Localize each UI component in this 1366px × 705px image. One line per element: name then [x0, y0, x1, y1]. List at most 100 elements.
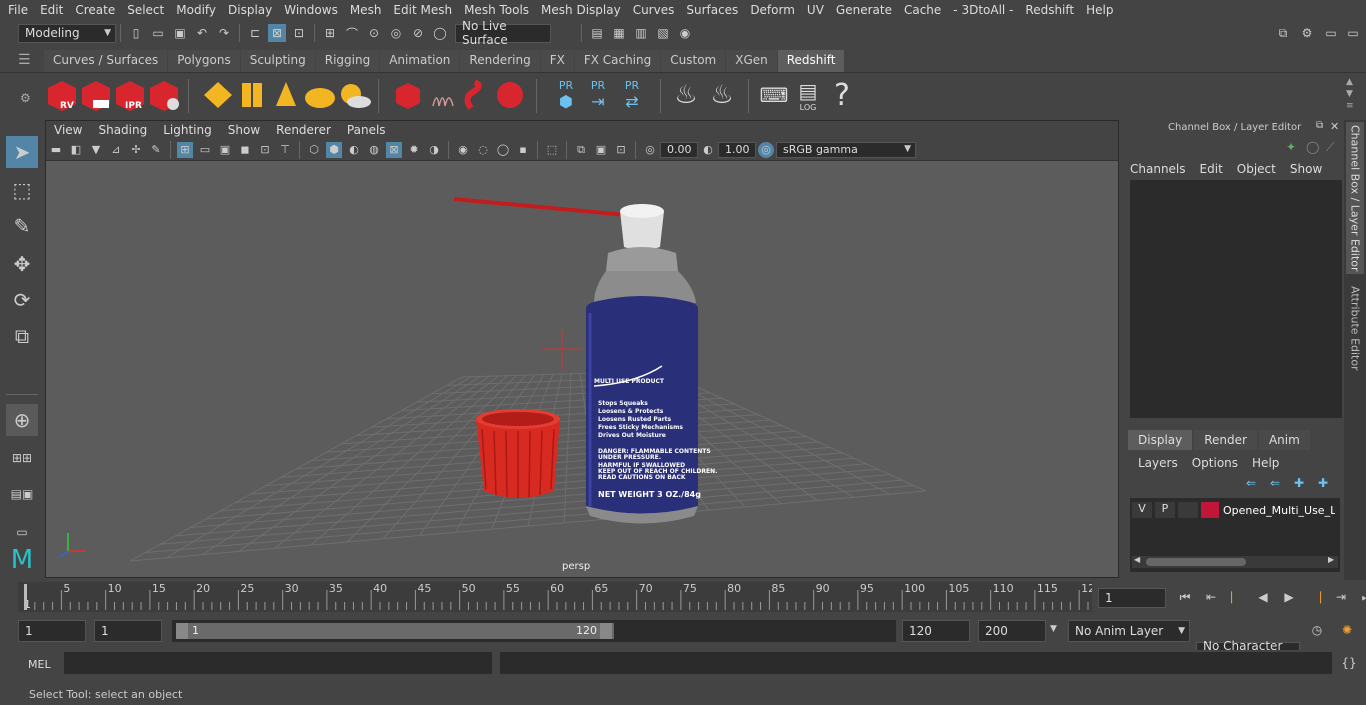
script-language-toggle[interactable]: MEL	[28, 658, 51, 671]
wireframe-icon[interactable]: ⬡	[306, 142, 322, 158]
play-backward-icon[interactable]: ◀	[1254, 588, 1272, 606]
workspace-layout-icon[interactable]: ⧉	[1274, 24, 1292, 42]
rs-light-diamond-icon[interactable]	[200, 77, 236, 113]
auto-key-icon[interactable]: ◷	[1308, 621, 1326, 639]
scene-view[interactable]: MULTI USE PRODUCT Stops Squeaks Loosens & …	[46, 161, 1118, 577]
color-space-dropdown[interactable]: sRGB gamma ▼	[776, 141, 916, 158]
color-management-icon[interactable]: ◎	[758, 141, 774, 158]
time-slider-track[interactable]: 5 10 15 20 25 30 35 40 45 50 55 60 65 70 75 80 85 90 95 100…	[18, 582, 1095, 612]
viewport-menu-shading[interactable]: Shading	[90, 123, 155, 137]
menu-item-select[interactable]: Select	[121, 3, 170, 17]
menu-item-surfaces[interactable]: Surfaces	[680, 3, 744, 17]
layer-visibility-toggle[interactable]: V	[1132, 502, 1152, 518]
layer-color-swatch[interactable]	[1201, 502, 1219, 518]
exposure-field[interactable]: 0.00	[660, 141, 698, 158]
menu-item-modify[interactable]: Modify	[170, 3, 222, 17]
snap-grid-icon[interactable]: ⊞	[321, 24, 339, 42]
shelf-tab-sculpting[interactable]: Sculpting	[240, 50, 315, 72]
pr-swap-icon[interactable]: PR ⇄	[614, 77, 650, 113]
rs-proxy-icon[interactable]	[390, 77, 426, 113]
menu-item-generate[interactable]: Generate	[830, 3, 898, 17]
hypershade-icon[interactable]: ◉	[676, 24, 694, 42]
default-material-icon[interactable]: ◐	[346, 142, 362, 158]
aa-icon[interactable]: ◯	[495, 142, 511, 158]
command-input[interactable]	[64, 652, 492, 674]
layer-tab-render[interactable]: Render	[1194, 430, 1257, 450]
layer-menu-options[interactable]: Options	[1192, 456, 1238, 470]
four-view-layout-icon[interactable]: ⊞⊞	[6, 442, 38, 474]
undo-icon[interactable]: ↶	[193, 24, 211, 42]
menu-item-mesh[interactable]: Mesh	[344, 3, 388, 17]
render-current-icon[interactable]: ▤	[588, 24, 606, 42]
scroll-thumb[interactable]	[1146, 558, 1246, 566]
side-tab-channel-box[interactable]: Channel Box / Layer Editor	[1346, 122, 1364, 274]
grid-icon[interactable]: ⊞	[177, 141, 193, 158]
redshift-ipr-icon[interactable]: IPR	[112, 77, 148, 113]
step-back-key-icon[interactable]: ⇤	[1202, 588, 1220, 606]
2d-pan-icon[interactable]: ✢	[128, 142, 144, 158]
menu-item-edit[interactable]: Edit	[34, 3, 69, 17]
shelf-scroll-down-icon[interactable]: ▼	[1346, 89, 1353, 99]
ipr-render-icon[interactable]: ▥	[632, 24, 650, 42]
channel-box-menu-show[interactable]: Show	[1290, 162, 1322, 176]
new-layer-icon[interactable]: ✚	[1294, 476, 1304, 490]
gamma-field[interactable]: 1.00	[718, 141, 756, 158]
shelf-menu-down-icon[interactable]: ≡	[1346, 101, 1354, 111]
shelf-tab-curves-surfaces[interactable]: Curves / Surfaces	[44, 50, 168, 72]
playback-start-field[interactable]	[94, 620, 162, 642]
redo-icon[interactable]: ↷	[215, 24, 233, 42]
rs-material-bowl-icon[interactable]: ♨	[668, 77, 704, 113]
step-forward-frame-icon[interactable]: ⎹	[1306, 588, 1324, 606]
select-component-icon[interactable]: ⊡	[290, 24, 308, 42]
menu-item-uv[interactable]: UV	[801, 3, 830, 17]
menu-item-help[interactable]: Help	[1080, 3, 1119, 17]
channel-box-menu-channels[interactable]: Channels	[1130, 162, 1186, 176]
menu-item-create[interactable]: Create	[69, 3, 121, 17]
layer-scrollbar[interactable]: ◀ ▶	[1132, 555, 1338, 568]
menu-item-file[interactable]: File	[0, 3, 34, 17]
shelf-tab-rendering[interactable]: Rendering	[460, 50, 540, 72]
rs-sun-sky-icon[interactable]	[336, 77, 372, 113]
animation-end-field[interactable]	[978, 620, 1046, 642]
motion-blur-icon[interactable]: ◌	[475, 142, 491, 158]
toggle-panel-2-icon[interactable]: ▭	[1344, 24, 1362, 42]
play-forward-icon[interactable]: ▶	[1280, 588, 1298, 606]
side-tab-attribute-editor[interactable]: Attribute Editor	[1346, 280, 1364, 376]
shelf-tab-polygons[interactable]: Polygons	[168, 50, 240, 72]
scroll-right-icon[interactable]: ▶	[1328, 555, 1334, 564]
outliner-layout-icon[interactable]: ▤▣	[6, 478, 38, 510]
paint-select-tool-icon[interactable]: ✎	[6, 210, 38, 242]
shadows-icon[interactable]: ◑	[426, 142, 442, 158]
image-plane-icon[interactable]: ⊿	[108, 142, 124, 158]
grease-pencil-icon[interactable]: ✎	[148, 142, 164, 158]
resolution-gate-icon[interactable]: ▣	[217, 142, 233, 158]
rs-spot-light-icon[interactable]	[268, 77, 304, 113]
step-back-frame-icon[interactable]: ⎸	[1228, 588, 1246, 606]
smooth-shade-icon[interactable]: ⬢	[326, 141, 342, 158]
safe-action-icon[interactable]: ⊤	[277, 142, 293, 158]
viewport-menu-view[interactable]: View	[46, 123, 90, 137]
shelf-tab-animation[interactable]: Animation	[380, 50, 460, 72]
snap-view-icon[interactable]: ◎	[387, 24, 405, 42]
save-scene-icon[interactable]: ▣	[171, 24, 189, 42]
redshift-batch-icon[interactable]	[78, 77, 114, 113]
xray-joints-icon[interactable]: ⬚	[544, 142, 560, 158]
close-panel-icon[interactable]: ✕	[1330, 120, 1339, 133]
settings-gear-icon[interactable]: ⚙	[1298, 24, 1316, 42]
step-forward-key-icon[interactable]: ⇥	[1332, 588, 1350, 606]
move-layer-up-icon[interactable]: ⇐	[1246, 476, 1256, 490]
render-settings-icon[interactable]: ▧	[654, 24, 672, 42]
menu-item-display[interactable]: Display	[222, 3, 278, 17]
viewport-menu-show[interactable]: Show	[220, 123, 268, 137]
channel-box-sync-icon[interactable]: ◯	[1306, 140, 1319, 154]
shelf-tab-fx[interactable]: FX	[540, 50, 574, 72]
channel-box-menu-object[interactable]: Object	[1237, 162, 1276, 176]
shelf-tab-custom[interactable]: Custom	[661, 50, 726, 72]
select-camera-icon[interactable]: ▬	[48, 142, 64, 158]
menu-item-cache[interactable]: Cache	[898, 3, 947, 17]
layer-menu-help[interactable]: Help	[1252, 456, 1279, 470]
rs-area-light-icon[interactable]	[234, 77, 270, 113]
scroll-left-icon[interactable]: ◀	[1134, 555, 1140, 564]
animation-prefs-icon[interactable]: ✺	[1338, 621, 1356, 639]
snap-point-icon[interactable]: ⊙	[365, 24, 383, 42]
